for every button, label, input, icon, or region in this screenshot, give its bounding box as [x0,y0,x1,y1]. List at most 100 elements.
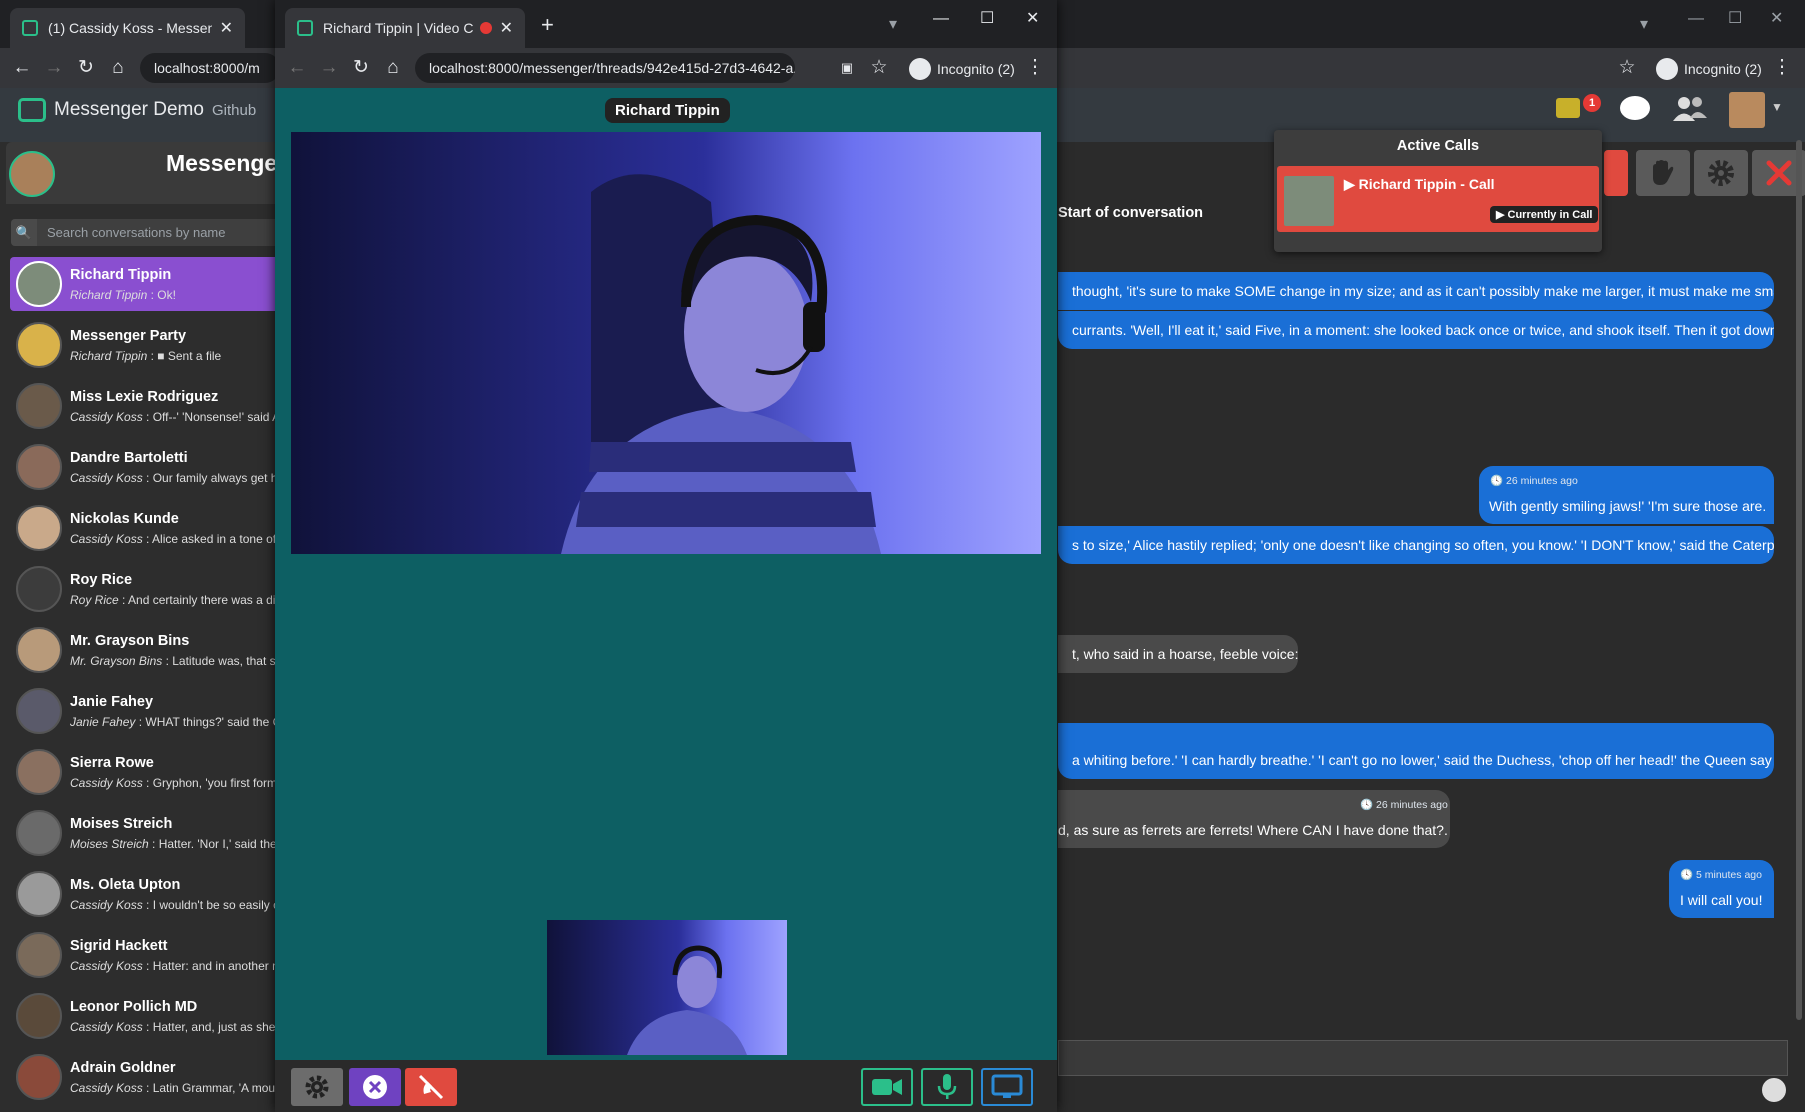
conversation-search[interactable]: 🔍 Search conversations by name [11,219,280,246]
back-url-text: localhost:8000/m [154,60,260,76]
conversation-text: Sierra Rowe Cassidy Koss : Gryphon, 'you … [70,755,283,790]
emoji-icon[interactable] [1762,1078,1786,1102]
thread-scrollbar[interactable] [1796,140,1802,1020]
reload-icon[interactable]: ↻ [349,56,373,80]
github-link[interactable]: Github [212,102,256,119]
settings-gear-button[interactable] [1694,150,1748,196]
bookmark-star-icon[interactable]: ☆ [867,56,891,80]
screen-share-button[interactable] [981,1068,1033,1106]
close-tab-icon[interactable]: ✕ [220,18,233,38]
call-settings-button[interactable] [291,1068,343,1106]
call-incognito-label: Incognito (2) [937,61,1015,77]
browser-menu-icon[interactable]: ⋮ [1023,56,1047,80]
user-menu-caret-icon[interactable]: ▼ [1771,100,1783,114]
home-icon[interactable]: ⌂ [106,56,130,80]
close-call-window-button[interactable] [349,1068,401,1106]
my-profile-avatar[interactable] [9,151,55,197]
conversation-name: Sigrid Hackett [70,937,168,954]
preview-sender: Richard Tippin [70,287,148,302]
end-call-button[interactable] [405,1068,457,1106]
reload-icon[interactable]: ↻ [74,56,98,80]
call-url-text: localhost:8000/messenger/threads/942e415… [429,60,795,76]
conversation-text: Miss Lexie Rodriguez Cassidy Koss : Off--… [70,389,285,424]
conversation-text: Messenger Party Richard Tippin : ■ Sent a… [70,328,221,363]
back-incognito-indicator[interactable]: Incognito (2) [1656,58,1762,80]
conversation-item[interactable]: Ms. Oleta Upton Cassidy Koss : I wouldn't… [10,867,285,921]
video-call-notification-icon[interactable] [1556,98,1580,118]
back-arrow-icon[interactable]: ← [10,56,34,80]
browser-menu-icon[interactable]: ⋮ [1770,56,1794,80]
forward-arrow-icon[interactable]: → [42,56,66,80]
conversation-preview: Richard Tippin : Ok! [70,288,176,302]
conversation-item[interactable]: Janie Fahey Janie Fahey : WHAT things?' s… [10,684,285,738]
message-bubble: currants. 'Well, I'll eat it,' said Five… [1058,311,1774,349]
call-incognito-indicator[interactable]: Incognito (2) [909,58,1015,80]
remote-video [291,132,1041,554]
conversation-preview: Cassidy Koss : I wouldn't be so easily o… [70,898,285,912]
message-input[interactable] [1058,1040,1788,1076]
user-avatar[interactable] [1729,92,1765,128]
conversation-avatar [16,444,62,490]
conversation-name: Leonor Pollich MD [70,998,198,1015]
message-bubble: t, who said in a hoarse, feeble voice: '… [1058,635,1298,673]
bookmark-star-icon[interactable]: ☆ [1615,56,1639,80]
conversation-avatar [16,505,62,551]
back-arrow-icon[interactable]: ← [285,56,309,80]
conversation-item[interactable]: Messenger Party Richard Tippin : ■ Sent a… [10,318,285,372]
knock-hand-button[interactable] [1636,150,1690,196]
message-text: t, who said in a hoarse, feeble voice: '… [1072,646,1298,662]
forward-arrow-icon[interactable]: → [317,56,341,80]
toggle-camera-button[interactable] [861,1068,913,1106]
conversation-name: Dandre Bartoletti [70,449,188,466]
conversation-name: Roy Rice [70,571,133,588]
preview-sender: Cassidy Koss [70,409,143,424]
preview-text: : And certainly there was a disp [118,592,285,607]
preview-sender: Cassidy Koss [70,775,143,790]
app-brand[interactable]: Messenger Demo [18,98,204,122]
preview-text: : ■ Sent a file [147,348,222,363]
new-tab-icon[interactable]: + [541,12,554,38]
conversation-item[interactable]: Richard Tippin Richard Tippin : Ok! [10,257,285,311]
conversation-item[interactable]: Moises Streich Moises Streich : Hatter. '… [10,806,285,860]
conversation-item[interactable]: Roy Rice Roy Rice : And certainly there w… [10,562,285,616]
conversation-text: Ms. Oleta Upton Cassidy Koss : I wouldn't… [70,877,285,912]
conversation-item[interactable]: Leonor Pollich MD Cassidy Koss : Hatter, … [10,989,285,1043]
conversation-preview: Cassidy Koss : Gryphon, 'you first form … [70,776,283,790]
preview-sender: Cassidy Koss [70,1019,143,1034]
call-url-field[interactable]: localhost:8000/messenger/threads/942e415… [415,53,795,83]
conversation-text: Janie Fahey Janie Fahey : WHAT things?' s… [70,694,285,729]
call-browser-tab[interactable]: Richard Tippin | Video Call ✕ [285,8,525,48]
toggle-microphone-button[interactable] [921,1068,973,1106]
back-browser-tab[interactable]: (1) Cassidy Koss - Messenger De ✕ [10,8,245,48]
call-tab-bar: Richard Tippin | Video Call ✕ + ▾ — ☐ ✕ [275,0,1057,48]
preview-text: : Hatter. 'Nor I,' said the K [148,836,285,851]
back-url-field[interactable]: localhost:8000/m [140,53,280,83]
close-window-icon[interactable]: ✕ [1026,8,1039,28]
close-window-icon[interactable]: ✕ [1770,8,1783,28]
conversation-item[interactable]: Nickolas Kunde Cassidy Koss : Alice asked… [10,501,285,555]
conversation-item[interactable]: Mr. Grayson Bins Mr. Grayson Bins : Latit… [10,623,285,677]
conversation-item[interactable]: Sierra Rowe Cassidy Koss : Gryphon, 'you … [10,745,285,799]
end-call-partial-button[interactable] [1604,150,1628,196]
brand-name: Messenger Demo [54,99,204,120]
conversation-item[interactable]: Adrain Goldner Cassidy Koss : Latin Gramm… [10,1050,285,1104]
camera-in-use-icon[interactable]: ▣ [835,56,859,80]
conversation-name: Nickolas Kunde [70,510,179,527]
maximize-icon[interactable]: ☐ [980,8,994,28]
close-tab-icon[interactable]: ✕ [500,18,513,38]
messages-bubble-icon[interactable] [1620,96,1650,120]
minimize-icon[interactable]: — [933,10,949,28]
conversation-item[interactable]: Miss Lexie Rodriguez Cassidy Koss : Off--… [10,379,285,433]
tab-search-icon[interactable]: ▾ [889,14,897,34]
friends-icon[interactable] [1672,96,1708,122]
conversation-item[interactable]: Dandre Bartoletti Cassidy Koss : Our fami… [10,440,285,494]
minimize-icon[interactable]: — [1688,10,1704,28]
preview-text: : Our family always get hol [142,470,285,485]
conversation-item[interactable]: Sigrid Hackett Cassidy Koss : Hatter: and… [10,928,285,982]
messenger-favicon-icon [22,20,38,36]
tab-search-icon[interactable]: ▾ [1640,14,1648,34]
home-icon[interactable]: ⌂ [381,56,405,80]
maximize-icon[interactable]: ☐ [1728,8,1742,28]
conversation-preview: Richard Tippin : ■ Sent a file [70,349,221,363]
conversation-text: Adrain Goldner Cassidy Koss : Latin Gramm… [70,1060,285,1095]
